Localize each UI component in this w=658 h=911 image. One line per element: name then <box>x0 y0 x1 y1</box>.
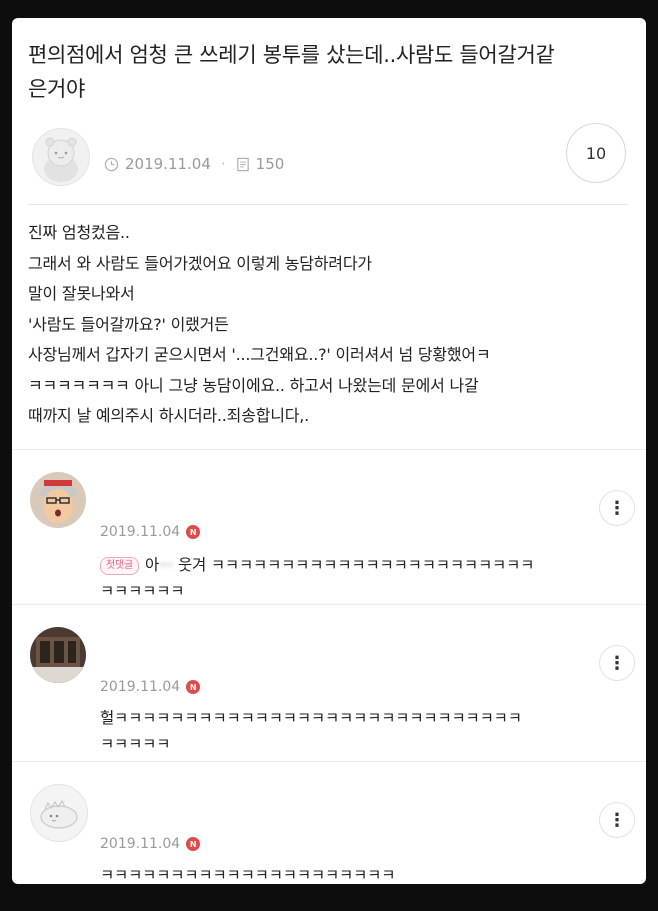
document-icon <box>236 157 249 171</box>
comment-date-row: 2019.11.04 N <box>100 679 201 695</box>
commenter-avatar[interactable] <box>30 472 86 528</box>
comment-text: 첫댓글 아··· 웃겨 ㅋㅋㅋㅋㅋㅋㅋㅋㅋㅋㅋㅋㅋㅋㅋㅋㅋㅋㅋㅋㅋㅋㅋ ㅋㅋㅋㅋㅋ… <box>100 552 630 604</box>
clock-icon <box>104 157 119 171</box>
comment-text-line: 헐ㅋㅋㅋㅋㅋㅋㅋㅋㅋㅋㅋㅋㅋㅋㅋㅋㅋㅋㅋㅋㅋㅋㅋㅋㅋㅋㅋㅋㅋ <box>100 709 522 727</box>
comment: 2019.11.04 N ⋮ 첫댓글 아··· 웃겨 ㅋㅋㅋㅋㅋㅋㅋㅋㅋㅋㅋㅋㅋㅋ… <box>12 450 646 604</box>
post-body-line: 진짜 엄청컸음.. <box>28 223 130 242</box>
post-title-line: 편의점에서 엄청 큰 쓰레기 봉투를 샀는데..사람도 들어갈거같 <box>28 43 555 67</box>
more-vertical-icon[interactable]: ⋮ <box>599 645 635 681</box>
commenter-avatar[interactable] <box>30 627 86 683</box>
post-body-line: 때까지 날 예의주시 하시더라..죄송합니다,. <box>28 406 310 425</box>
comment-date: 2019.11.04 <box>100 679 181 695</box>
comment-text: ㅋㅋㅋㅋㅋㅋㅋㅋㅋㅋㅋㅋㅋㅋㅋㅋㅋㅋㅋㅋㅋ <box>100 862 630 884</box>
post-body-line: ㅋㅋㅋㅋㅋㅋㅋ 아니 그냥 농담이에요.. 하고서 나왔는데 문에서 나갈 <box>28 375 479 395</box>
post-title: 편의점에서 엄청 큰 쓰레기 봉투를 샀는데..사람도 들어갈거같 은거야 <box>28 38 628 106</box>
post-meta: 2019.11.04 · 150 <box>104 154 284 174</box>
comment: 2019.11.04 N ⋮ ㅋㅋㅋㅋㅋㅋㅋㅋㅋㅋㅋㅋㅋㅋㅋㅋㅋㅋㅋㅋㅋ <box>12 762 646 884</box>
comment-text-line: ㅋㅋㅋㅋㅋㅋㅋㅋㅋㅋㅋㅋㅋㅋㅋㅋㅋㅋㅋㅋㅋ <box>100 866 396 884</box>
comment-date-row: 2019.11.04 N <box>100 836 201 852</box>
new-badge-icon: N <box>186 525 201 539</box>
post-date: 2019.11.04 <box>125 155 211 173</box>
post-views: 150 <box>255 155 285 173</box>
comment: 2019.11.04 N ⋮ 헐ㅋㅋㅋㅋㅋㅋㅋㅋㅋㅋㅋㅋㅋㅋㅋㅋㅋㅋㅋㅋㅋㅋㅋㅋ… <box>12 605 646 761</box>
comment-text-line: ㅋㅋㅋㅋㅋㅋ <box>100 582 185 600</box>
comment-text-start: 아 <box>145 556 160 574</box>
post-title-line: 은거야 <box>28 77 86 101</box>
comment-text-line: 첫댓글 아··· 웃겨 ㅋㅋㅋㅋㅋㅋㅋㅋㅋㅋㅋㅋㅋㅋㅋㅋㅋㅋㅋㅋㅋㅋㅋ <box>100 552 630 578</box>
post-body-line: 그래서 와 사람도 들어가겠어요 이렇게 농담하려다가 <box>28 253 372 273</box>
divider <box>28 204 628 205</box>
commenter-avatar[interactable] <box>30 784 88 842</box>
post-body-line: '사람도 들어갈까요?' 이랬거든 <box>28 314 229 334</box>
more-vertical-icon[interactable]: ⋮ <box>599 490 635 526</box>
post-body-line: 말이 잘못나와서 <box>28 284 135 303</box>
more-vertical-icon[interactable]: ⋮ <box>599 802 635 838</box>
author-avatar[interactable] <box>32 128 90 186</box>
meta-separator: · <box>220 155 226 173</box>
comment-text-line: ㅋㅋㅋㅋㅋ <box>100 735 171 753</box>
comment-date: 2019.11.04 <box>100 524 181 540</box>
comment-text-blurred: ··· <box>159 556 174 574</box>
comment-count-button[interactable]: 10 <box>566 123 626 183</box>
first-comment-tag: 첫댓글 <box>100 557 139 575</box>
comment-date: 2019.11.04 <box>100 836 181 852</box>
post-body-line: 사장님께서 갑자기 굳으시면서 '...그건왜요..?' 이러셔서 넘 당황했어… <box>28 345 491 364</box>
post-body: 진짜 엄청컸음.. 그래서 와 사람도 들어가겠어요 이렇게 농담하려다가 말이… <box>28 218 634 432</box>
new-badge-icon: N <box>186 837 201 851</box>
post-card: 편의점에서 엄청 큰 쓰레기 봉투를 샀는데..사람도 들어갈거같 은거야 20… <box>12 18 646 884</box>
comment-text: 헐ㅋㅋㅋㅋㅋㅋㅋㅋㅋㅋㅋㅋㅋㅋㅋㅋㅋㅋㅋㅋㅋㅋㅋㅋㅋㅋㅋㅋㅋ ㅋㅋㅋㅋㅋ <box>100 705 630 757</box>
comment-date-row: 2019.11.04 N <box>100 524 201 540</box>
comment-text-rest: 웃겨 ㅋㅋㅋㅋㅋㅋㅋㅋㅋㅋㅋㅋㅋㅋㅋㅋㅋㅋㅋㅋㅋㅋㅋ <box>173 556 535 574</box>
new-badge-icon: N <box>186 680 201 694</box>
comment-count: 10 <box>585 143 607 163</box>
